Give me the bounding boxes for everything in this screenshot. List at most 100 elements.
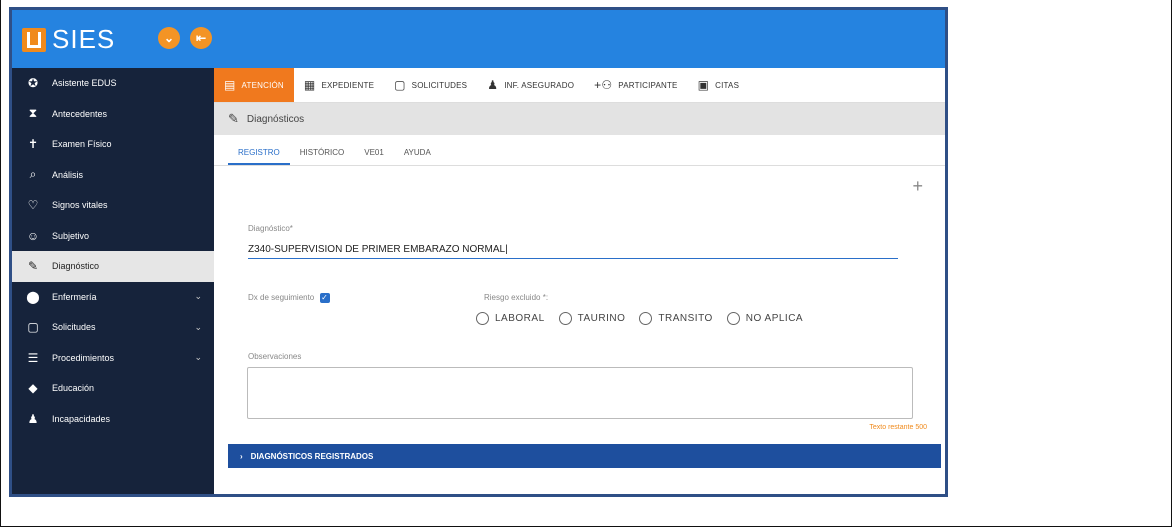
sidebar-item[interactable]: ✪ Asistente EDUS — [12, 68, 214, 99]
folder-icon: ▦ — [303, 78, 316, 92]
diagnostico-input[interactable]: Z340-SUPERVISION DE PRIMER EMBARAZO NORM… — [248, 244, 898, 259]
chevron-down-icon: ⌄ — [194, 291, 202, 302]
sub-tabs: REGISTRO HISTÓRICO VE01 AYUDA — [214, 135, 945, 166]
document-icon: ▤ — [224, 78, 236, 92]
monitor-icon: ▢ — [27, 320, 39, 335]
chevron-right-icon: › — [240, 451, 243, 461]
hourglass-icon: ⧗ — [28, 106, 38, 121]
app-window: SIES ⌄ ⇤ ✪ Asistente EDUS ⧗ Antecedentes ✝ Ex… — [9, 7, 948, 497]
tab-inf-asegurado[interactable]: ♟ INF. ASEGURADO — [477, 68, 584, 102]
tab-label: ATENCIÓN — [241, 80, 284, 90]
location-pin-icon: ⬤ — [26, 289, 40, 304]
user-icon: ♟ — [27, 411, 39, 426]
sidebar-item[interactable]: ☰ Procedimientos ⌄ — [12, 343, 214, 374]
search-analysis-icon: ⌕ — [29, 167, 37, 182]
tab-citas[interactable]: ▣ CITAS — [688, 68, 750, 102]
riesgo-radio-option[interactable]: TAURINO — [558, 312, 626, 325]
sidebar-item[interactable]: ▢ Solicitudes ⌄ — [12, 312, 214, 343]
sidebar-item[interactable]: ⬤ Enfermería ⌄ — [12, 282, 214, 313]
tab-label: EXPEDIENTE — [321, 80, 375, 90]
top-bar: SIES ⌄ ⇤ — [12, 10, 945, 68]
expand-menu-button[interactable]: ⌄ — [158, 27, 180, 49]
sidebar-item[interactable]: ⌕ Análisis — [12, 160, 214, 191]
seguimiento-field: Dx de seguimiento ✓ — [248, 293, 330, 303]
logo-icon — [22, 27, 46, 52]
form-content: + Diagnóstico* Z340-SUPERVISION DE PRIME… — [214, 166, 945, 490]
tab-label: SOLICITUDES — [411, 80, 468, 90]
registered-diagnoses-label: DIAGNÓSTICOS REGISTRADOS — [250, 451, 374, 461]
sidebar-item-label: Enfermería — [52, 291, 97, 302]
sidebar-item[interactable]: ✝ Examen Físico — [12, 129, 214, 160]
seguimiento-label: Dx de seguimiento — [248, 293, 315, 303]
sidebar-item[interactable]: ♡ Signos vitales — [12, 190, 214, 221]
subtab[interactable]: REGISTRO — [228, 148, 290, 165]
app-title: SIES — [52, 24, 116, 54]
radio-label: TAURINO — [577, 313, 626, 324]
tab-solicitudes[interactable]: ▢ SOLICITUDES — [384, 68, 477, 102]
observaciones-label: Observaciones — [248, 352, 302, 361]
settings-gear-icon: ✪ — [27, 76, 39, 91]
person-icon: ✝ — [27, 137, 39, 152]
riesgo-label: Riesgo excluido *: — [484, 293, 549, 302]
subtab[interactable]: VE01 — [354, 148, 394, 165]
sidebar-item-label: Subjetivo — [52, 230, 90, 241]
seguimiento-checkbox[interactable]: ✓ — [319, 293, 330, 303]
top-tabs: ▤ ATENCIÓN ▦ EXPEDIENTE ▢ SOLICITUDES ♟ INF. AS… — [214, 68, 945, 103]
tab-label: CITAS — [715, 80, 740, 90]
subtab[interactable]: AYUDA — [394, 148, 441, 165]
monitor-icon: ▢ — [394, 78, 406, 92]
sidebar-item-label: Procedimientos — [52, 352, 115, 363]
sidebar-item[interactable]: ♟ Incapacidades — [12, 404, 214, 435]
radio-circle-icon — [726, 312, 740, 325]
sidebar-item-label: Educación — [52, 383, 95, 394]
sidebar-item-label: Signos vitales — [52, 200, 108, 211]
sidebar-item[interactable]: ☺ Subjetivo — [12, 221, 214, 252]
main-panel: ▤ ATENCIÓN ▦ EXPEDIENTE ▢ SOLICITUDES ♟ INF. AS… — [214, 68, 945, 494]
face-icon: ☺ — [26, 228, 40, 243]
sidebar-item-label: Examen Físico — [52, 139, 112, 150]
riesgo-radio-option[interactable]: LABORAL — [476, 312, 545, 325]
tab-label: INF. ASEGURADO — [504, 80, 575, 90]
heart-icon: ♡ — [27, 198, 39, 213]
subtab[interactable]: HISTÓRICO — [290, 148, 354, 165]
logo: SIES — [22, 24, 115, 55]
sidebar: ✪ Asistente EDUS ⧗ Antecedentes ✝ Examen Físi… — [12, 68, 214, 494]
arrow-left-icon: ⇤ — [195, 31, 207, 45]
riesgo-radio-option[interactable]: TRANSITO — [639, 312, 712, 325]
radio-label: LABORAL — [495, 313, 545, 324]
riesgo-radio-group: LABORAL TAURINO TRANSITO NO APLICA — [476, 312, 817, 325]
sidebar-item[interactable]: ⧗ Antecedentes — [12, 99, 214, 130]
radio-label: NO APLICA — [745, 313, 804, 324]
chevron-down-icon: ⌄ — [194, 321, 202, 332]
remaining-chars: Texto restante 500 — [869, 424, 927, 431]
sidebar-item-label: Solicitudes — [52, 322, 96, 333]
section-header: ✎ Diagnósticos — [214, 103, 945, 135]
observaciones-textarea[interactable] — [247, 367, 913, 419]
pencil-icon: ✎ — [228, 111, 239, 126]
person-icon: ♟ — [487, 78, 499, 92]
pencil-icon: ✎ — [27, 259, 39, 274]
tab-participante[interactable]: +⚇ PARTICIPANTE — [584, 68, 687, 102]
sidebar-item-label: Asistente EDUS — [52, 78, 117, 89]
riesgo-radio-option[interactable]: NO APLICA — [726, 312, 804, 325]
radio-circle-icon — [558, 312, 572, 325]
sidebar-item-label: Incapacidades — [52, 413, 111, 424]
add-group-icon: +⚇ — [594, 78, 613, 92]
calendar-icon: ▣ — [697, 78, 710, 92]
sidebar-item-label: Antecedentes — [52, 108, 108, 119]
radio-circle-icon — [639, 312, 653, 325]
chevron-down-icon: ⌄ — [194, 352, 202, 363]
section-title: Diagnósticos — [246, 113, 305, 125]
sidebar-item[interactable]: ✎ Diagnóstico — [12, 251, 214, 282]
list-icon: ☰ — [27, 350, 39, 365]
sidebar-item[interactable]: ◆ Educación — [12, 373, 214, 404]
tab-label: PARTICIPANTE — [618, 80, 678, 90]
tab-expediente[interactable]: ▦ EXPEDIENTE — [294, 68, 384, 102]
sidebar-item-label: Análisis — [52, 169, 84, 180]
registered-diagnoses-header[interactable]: › DIAGNÓSTICOS REGISTRADOS — [228, 444, 941, 468]
add-icon[interactable]: + — [912, 176, 923, 197]
tab-atenci-n[interactable]: ▤ ATENCIÓN — [214, 68, 294, 102]
collapse-sidebar-button[interactable]: ⇤ — [190, 27, 212, 49]
sidebar-item-label: Diagnóstico — [52, 261, 100, 272]
radio-label: TRANSITO — [658, 313, 713, 324]
